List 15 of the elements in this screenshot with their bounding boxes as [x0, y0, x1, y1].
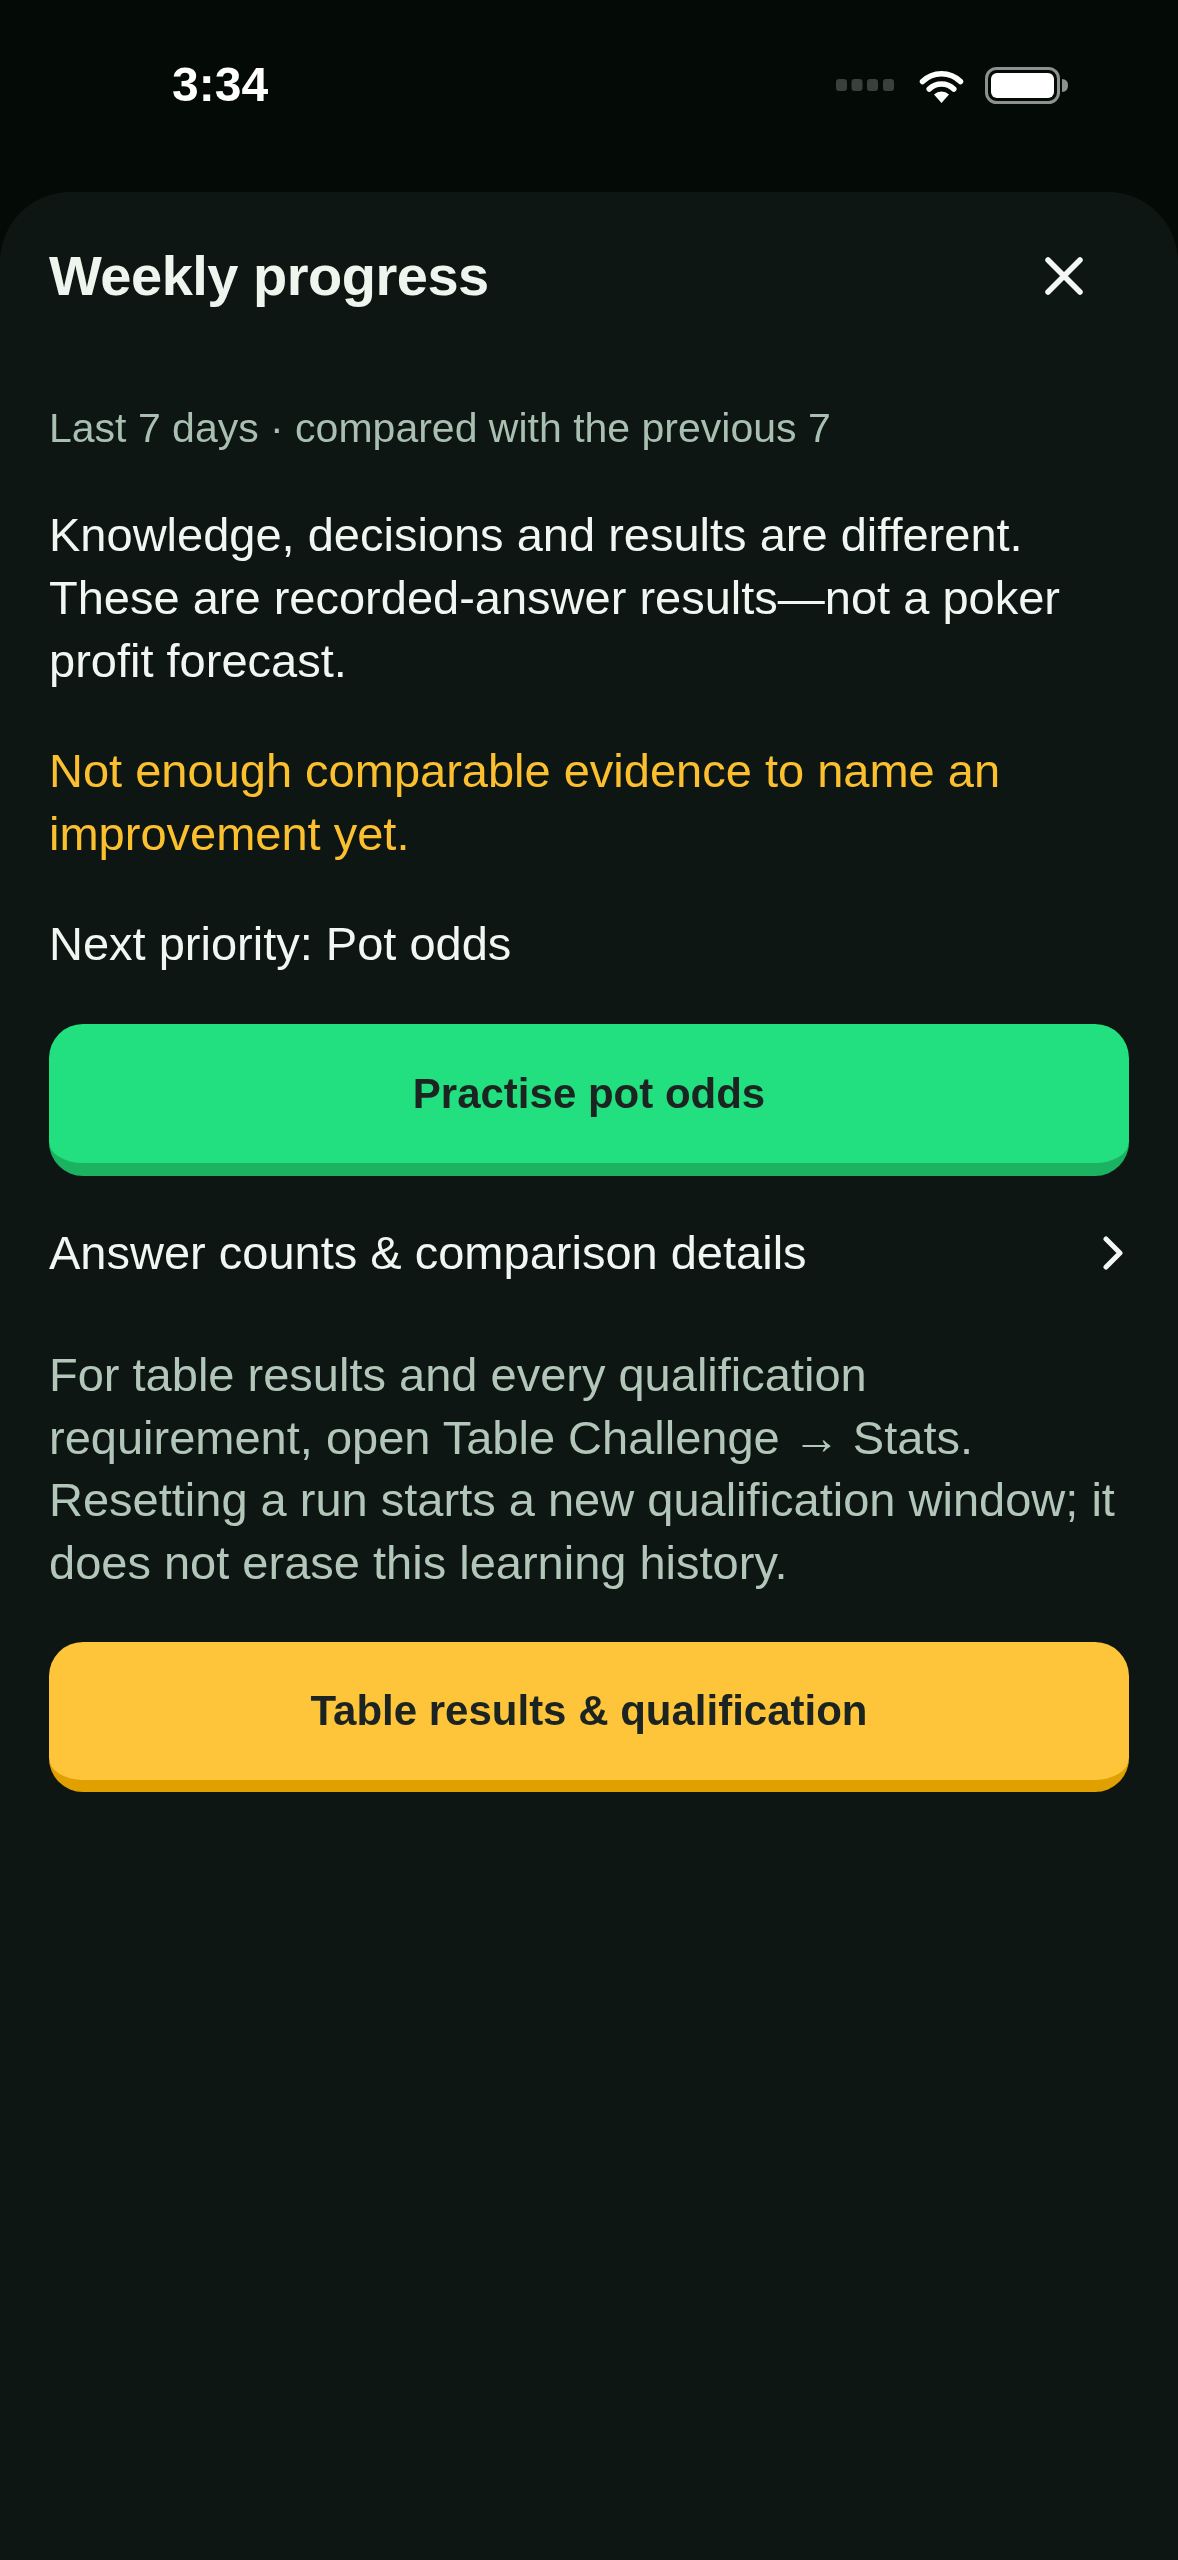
signal-icon [836, 79, 894, 91]
evidence-notice: Not enough comparable evidence to name an improvement yet. [49, 743, 1002, 862]
chevron-right-icon [1103, 1235, 1123, 1270]
period-subtitle: Last 7 days · compared with the previous 7 [49, 404, 832, 453]
sheet-title: Weekly progress [49, 246, 489, 306]
details-link[interactable]: Answer counts & comparison details [49, 1221, 1129, 1284]
table-results-button[interactable]: Table results & qualification [49, 1642, 1129, 1792]
close-icon[interactable] [1045, 257, 1083, 295]
status-time: 3:34 [172, 61, 269, 109]
practise-button[interactable]: Practise pot odds [49, 1024, 1129, 1176]
battery-icon [985, 66, 1068, 104]
stats-info-text: Resetting a run starts a new qualification window; it does not erase this learning history. [49, 1472, 1116, 1591]
next-priority-text: Next priority: Pot odds [49, 916, 513, 972]
disclaimer-text: Knowledge, decisions and results are different. These are recorded-answer results—not a poker profit forecast. [49, 507, 1061, 689]
stats-info-text: For table results and every qualification requirement, open Table Challenge → Stats. [49, 1347, 975, 1466]
